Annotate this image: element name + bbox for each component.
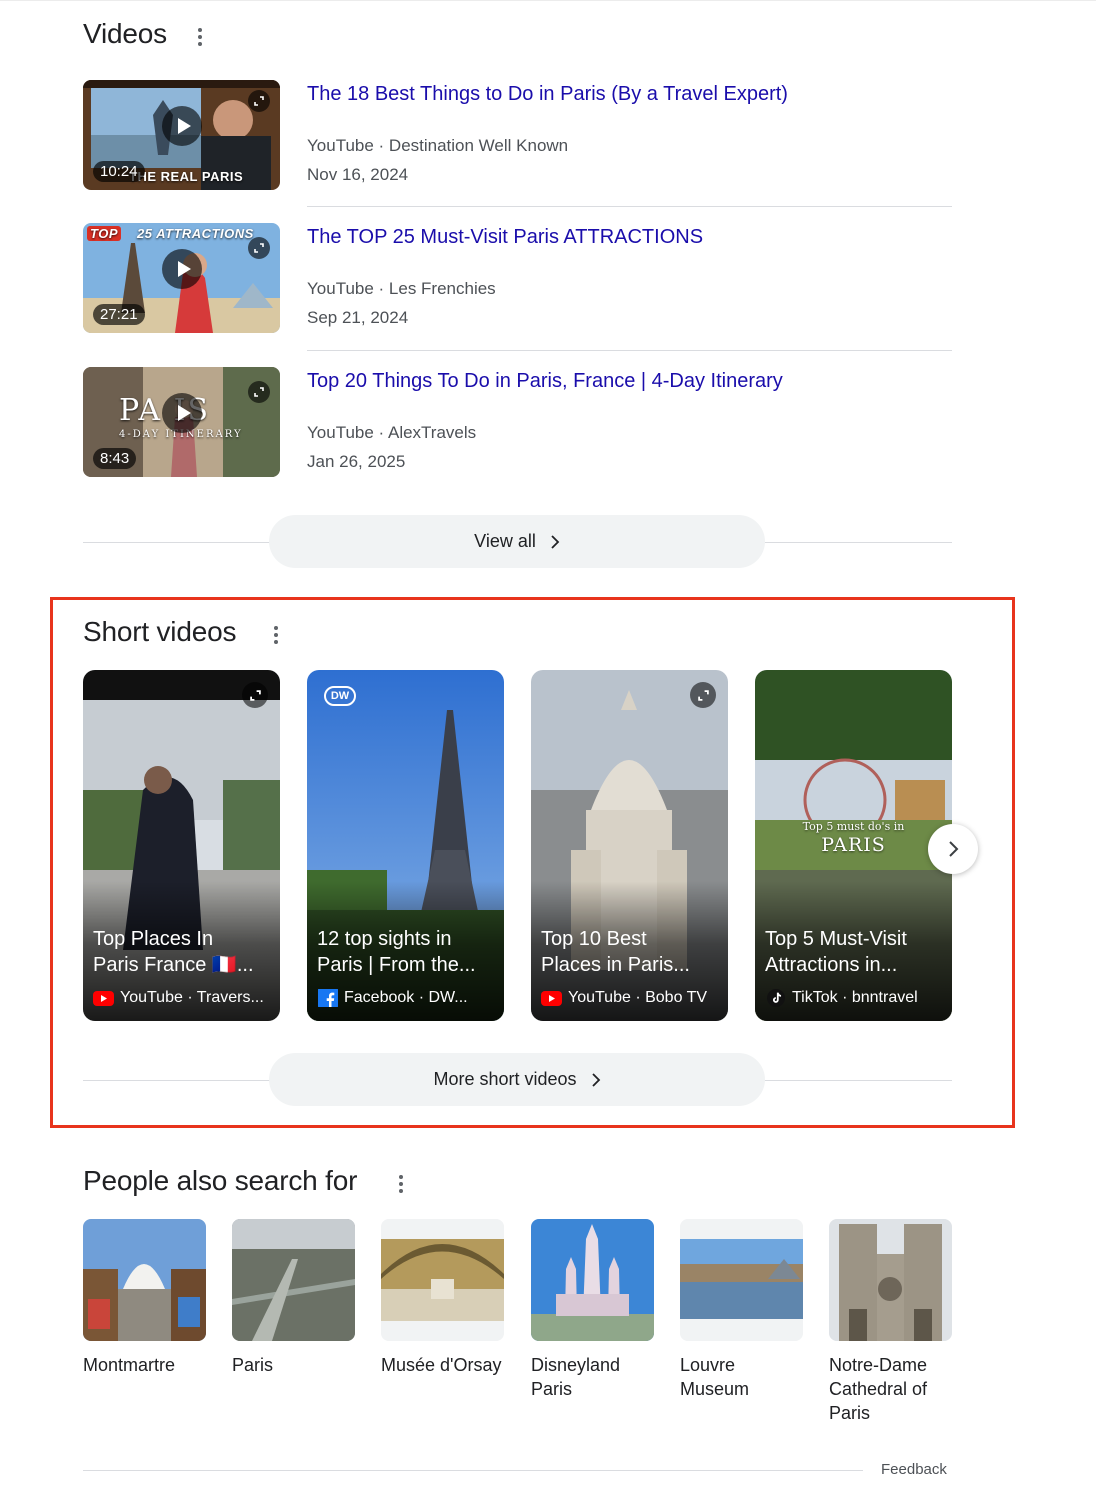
row-divider <box>307 350 952 351</box>
short-video-card-1[interactable]: Top Places In Paris France 🇫🇷... YouTube… <box>83 670 280 1021</box>
short-videos-section-title: Short videos <box>83 616 237 647</box>
people-also-search-more-options-icon[interactable] <box>391 1172 411 1196</box>
short-video-source: Facebook · DW... <box>317 989 496 1007</box>
thumbnail-caption: THE REAL PARIS <box>129 169 244 184</box>
thumbnail-caption: 25 ATTRACTIONS <box>137 226 254 241</box>
video-duration: 10:24 <box>93 161 145 182</box>
video-date: Jan 26, 2025 <box>307 452 406 471</box>
related-search-image <box>531 1219 654 1341</box>
people-also-search-title: People also search for <box>83 1165 358 1196</box>
video-date: Nov 16, 2024 <box>307 165 409 184</box>
footer-divider <box>83 1470 863 1471</box>
expand-icon[interactable] <box>248 381 270 403</box>
videos-more-options-icon[interactable] <box>190 25 210 49</box>
tiktok-icon <box>765 989 786 1007</box>
related-search-image <box>829 1219 952 1341</box>
play-icon[interactable] <box>162 106 202 146</box>
video-title-link[interactable]: The TOP 25 Must-Visit Paris ATTRACTIONS <box>307 226 703 249</box>
related-search-disneyland-paris[interactable]: Disneyland Paris <box>531 1219 654 1401</box>
short-video-card-4[interactable]: Top 5 must do's in PARIS Top 5 Must-Visi… <box>755 670 952 1021</box>
video-source: YouTube · Les Frenchies <box>307 279 496 298</box>
chevron-right-icon <box>551 534 560 549</box>
short-thumbnail-overlay-line1: Top 5 must do's in <box>802 820 905 833</box>
video-title-link[interactable]: Top 20 Things To Do in Paris, France | 4… <box>307 370 783 393</box>
short-video-source: YouTube · Travers... <box>93 989 272 1007</box>
video-thumbnail[interactable]: THE REAL PARIS 10:24 <box>83 80 280 190</box>
videos-section-title: Videos <box>83 18 167 49</box>
short-video-source: TikTok · bnntravel <box>765 989 944 1007</box>
related-search-label: Louvre Museum <box>680 1355 750 1399</box>
related-search-label: Disneyland Paris <box>531 1355 621 1399</box>
video-duration: 8:43 <box>93 448 137 469</box>
video-thumbnail[interactable]: PA IS 4-DAY ITINERARY 8:43 <box>83 367 280 477</box>
row-divider <box>307 206 952 207</box>
expand-icon[interactable] <box>242 682 268 708</box>
play-icon[interactable] <box>162 249 202 289</box>
related-search-image <box>381 1219 504 1341</box>
related-search-label: Paris <box>232 1355 274 1375</box>
chevron-right-icon <box>949 841 959 857</box>
view-all-videos-button[interactable]: View all <box>269 515 765 568</box>
play-icon[interactable] <box>162 393 202 433</box>
youtube-icon <box>93 990 114 1006</box>
top-divider <box>0 0 1096 1</box>
video-source: YouTube · Destination Well Known <box>307 136 569 155</box>
thumbnail-badge: TOP <box>87 226 121 241</box>
related-search-image <box>680 1219 803 1341</box>
expand-icon[interactable] <box>248 90 270 112</box>
related-search-image <box>83 1219 206 1341</box>
video-result-2: TOP 25 ATTRACTIONS 27:21 The TOP 25 Must… <box>83 223 952 334</box>
dw-logo-icon: DW <box>324 686 356 706</box>
more-short-videos-button[interactable]: More short videos <box>269 1053 765 1106</box>
related-search-notre-dame[interactable]: Notre-Dame Cathedral of Paris <box>829 1219 952 1425</box>
video-duration: 27:21 <box>93 304 145 325</box>
short-video-title: 12 top sights in Paris | From the... <box>317 928 476 976</box>
youtube-icon <box>541 990 562 1006</box>
short-video-title: Top 5 Must-Visit Attractions in... <box>765 928 907 976</box>
more-short-videos-label: More short videos <box>433 1069 577 1089</box>
video-result-1: THE REAL PARIS 10:24 The 18 Best Things … <box>83 80 952 191</box>
expand-icon[interactable] <box>690 682 716 708</box>
short-video-card-2[interactable]: DW 12 top sights in Paris | From the... … <box>307 670 504 1021</box>
short-video-card-3[interactable]: Top 10 Best Places in Paris... YouTube ·… <box>531 670 728 1021</box>
video-source: YouTube · AlexTravels <box>307 423 477 442</box>
short-video-title: Top Places In Paris France 🇫🇷... <box>93 928 254 976</box>
feedback-link[interactable]: Feedback <box>881 1461 947 1478</box>
expand-icon[interactable] <box>248 237 270 259</box>
related-search-paris[interactable]: Paris <box>232 1219 355 1377</box>
facebook-icon <box>317 989 338 1007</box>
chevron-right-icon <box>591 1072 600 1087</box>
related-search-label: Montmartre <box>83 1355 176 1375</box>
related-search-image <box>232 1219 355 1341</box>
video-thumbnail[interactable]: TOP 25 ATTRACTIONS 27:21 <box>83 223 280 333</box>
related-search-montmartre[interactable]: Montmartre <box>83 1219 206 1377</box>
video-result-3: PA IS 4-DAY ITINERARY 8:43 Top 20 Things… <box>83 367 952 478</box>
video-title-link[interactable]: The 18 Best Things to Do in Paris (By a … <box>307 83 788 106</box>
related-search-louvre-museum[interactable]: Louvre Museum <box>680 1219 803 1401</box>
short-videos-more-options-icon[interactable] <box>266 623 286 647</box>
carousel-next-button[interactable] <box>928 824 978 874</box>
related-search-label: Notre-Dame Cathedral of Paris <box>829 1355 928 1423</box>
view-all-label: View all <box>474 531 536 551</box>
short-video-title: Top 10 Best Places in Paris... <box>541 928 690 976</box>
video-date: Sep 21, 2024 <box>307 308 409 327</box>
short-video-source: YouTube · Bobo TV <box>541 989 720 1007</box>
related-search-musee-dorsay[interactable]: Musée d'Orsay <box>381 1219 504 1377</box>
short-thumbnail-overlay-line2: PARIS <box>821 834 886 856</box>
related-search-label: Musée d'Orsay <box>381 1355 502 1375</box>
